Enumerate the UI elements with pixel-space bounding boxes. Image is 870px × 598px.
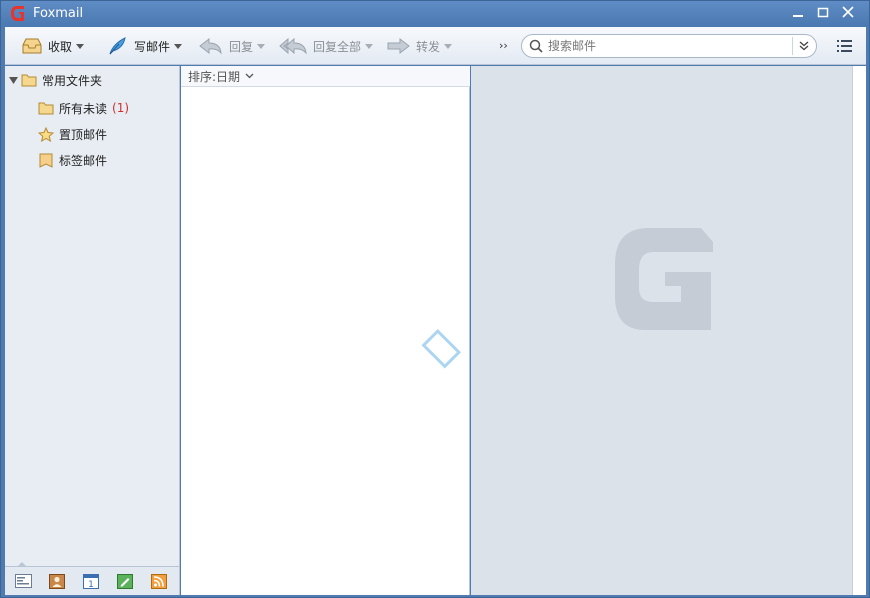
toolbar-overflow-button[interactable]: ›› — [499, 39, 508, 52]
mail-icon[interactable] — [15, 574, 32, 588]
double-chevron-down-icon — [799, 41, 808, 51]
foxmail-watermark-logo-icon — [615, 228, 713, 330]
unread-count-badge: (1) — [112, 101, 130, 115]
reply-all-button[interactable]: 回复全部 — [278, 34, 374, 58]
compose-label: 写邮件 — [134, 39, 171, 54]
sort-selector[interactable]: 排序:日期 — [181, 66, 470, 87]
foxmail-logo-icon — [11, 6, 24, 21]
title-bar: Foxmail — [1, 1, 869, 27]
chevron-down-icon[interactable] — [174, 43, 183, 49]
reply-all-label: 回复全部 — [313, 39, 362, 54]
chevron-down-icon[interactable] — [444, 43, 453, 49]
sidebar-bottom-bar: 1 — [5, 562, 179, 595]
inbox-tray-icon — [22, 38, 42, 54]
window-title: Foxmail — [33, 6, 84, 21]
minimize-button[interactable] — [787, 4, 809, 24]
search-icon — [529, 39, 543, 53]
reply-all-arrow-icon — [279, 37, 307, 55]
search-box — [521, 34, 817, 58]
list-menu-icon — [837, 40, 852, 52]
rss-icon[interactable] — [151, 574, 167, 589]
chevron-down-icon[interactable] — [257, 43, 266, 49]
contacts-icon[interactable] — [49, 574, 65, 589]
forward-button[interactable]: 转发 — [385, 34, 453, 58]
star-icon — [38, 126, 54, 142]
sidebar-item-tagged[interactable]: 标签邮件 — [38, 150, 107, 170]
chevron-down-icon[interactable] — [365, 43, 374, 49]
chevron-down-icon — [245, 73, 254, 79]
chevron-down-icon[interactable] — [76, 43, 85, 49]
forward-arrow-icon — [387, 37, 410, 55]
forward-label: 转发 — [416, 39, 441, 54]
notes-icon[interactable] — [117, 574, 133, 589]
reply-label: 回复 — [229, 39, 254, 54]
sidebar-item-label: 置顶邮件 — [59, 127, 108, 142]
receive-button[interactable]: 收取 — [21, 34, 85, 58]
main-toolbar: 收取 写邮件 回复 回复全部 转发 ›› 搜索邮件 — [5, 27, 866, 65]
active-indicator — [17, 562, 27, 567]
app-window: Foxmail 收取 写邮件 回复 回复全部 转发 ›› 搜索邮件 常用文件夹 … — [0, 0, 870, 598]
calendar-icon[interactable]: 1 — [83, 574, 99, 589]
feather-pen-icon — [109, 37, 126, 55]
search-input[interactable] — [548, 38, 784, 54]
folder-icon — [38, 102, 54, 115]
triangle-down-icon[interactable] — [9, 76, 18, 85]
sidebar-item-label: 所有未读 — [59, 101, 108, 116]
maximize-button[interactable] — [812, 4, 834, 24]
reply-button[interactable]: 回复 — [198, 34, 266, 58]
right-edge-panel — [852, 66, 866, 595]
sort-label: 排序:日期 — [188, 69, 241, 84]
receive-label: 收取 — [48, 39, 73, 54]
folder-icon — [21, 74, 37, 87]
main-menu-button[interactable] — [837, 39, 853, 56]
sidebar-item-all-unread[interactable]: 所有未读 (1) — [38, 98, 129, 118]
watermark-overlay-icon — [421, 328, 462, 369]
compose-button[interactable]: 写邮件 — [107, 34, 183, 58]
folder-sidebar: 常用文件夹 所有未读 (1) 置顶邮件 标签邮件 1 — [5, 66, 180, 595]
sidebar-group-label: 常用文件夹 — [42, 73, 103, 88]
sidebar-group-common-folders[interactable]: 常用文件夹 — [9, 70, 102, 90]
reply-arrow-icon — [199, 37, 222, 55]
search-options-button[interactable] — [792, 37, 814, 55]
svg-text:1: 1 — [88, 580, 94, 589]
tag-icon — [39, 153, 53, 168]
sidebar-item-label: 标签邮件 — [59, 153, 108, 168]
sidebar-item-pinned[interactable]: 置顶邮件 — [38, 124, 107, 144]
close-button[interactable] — [837, 4, 859, 24]
